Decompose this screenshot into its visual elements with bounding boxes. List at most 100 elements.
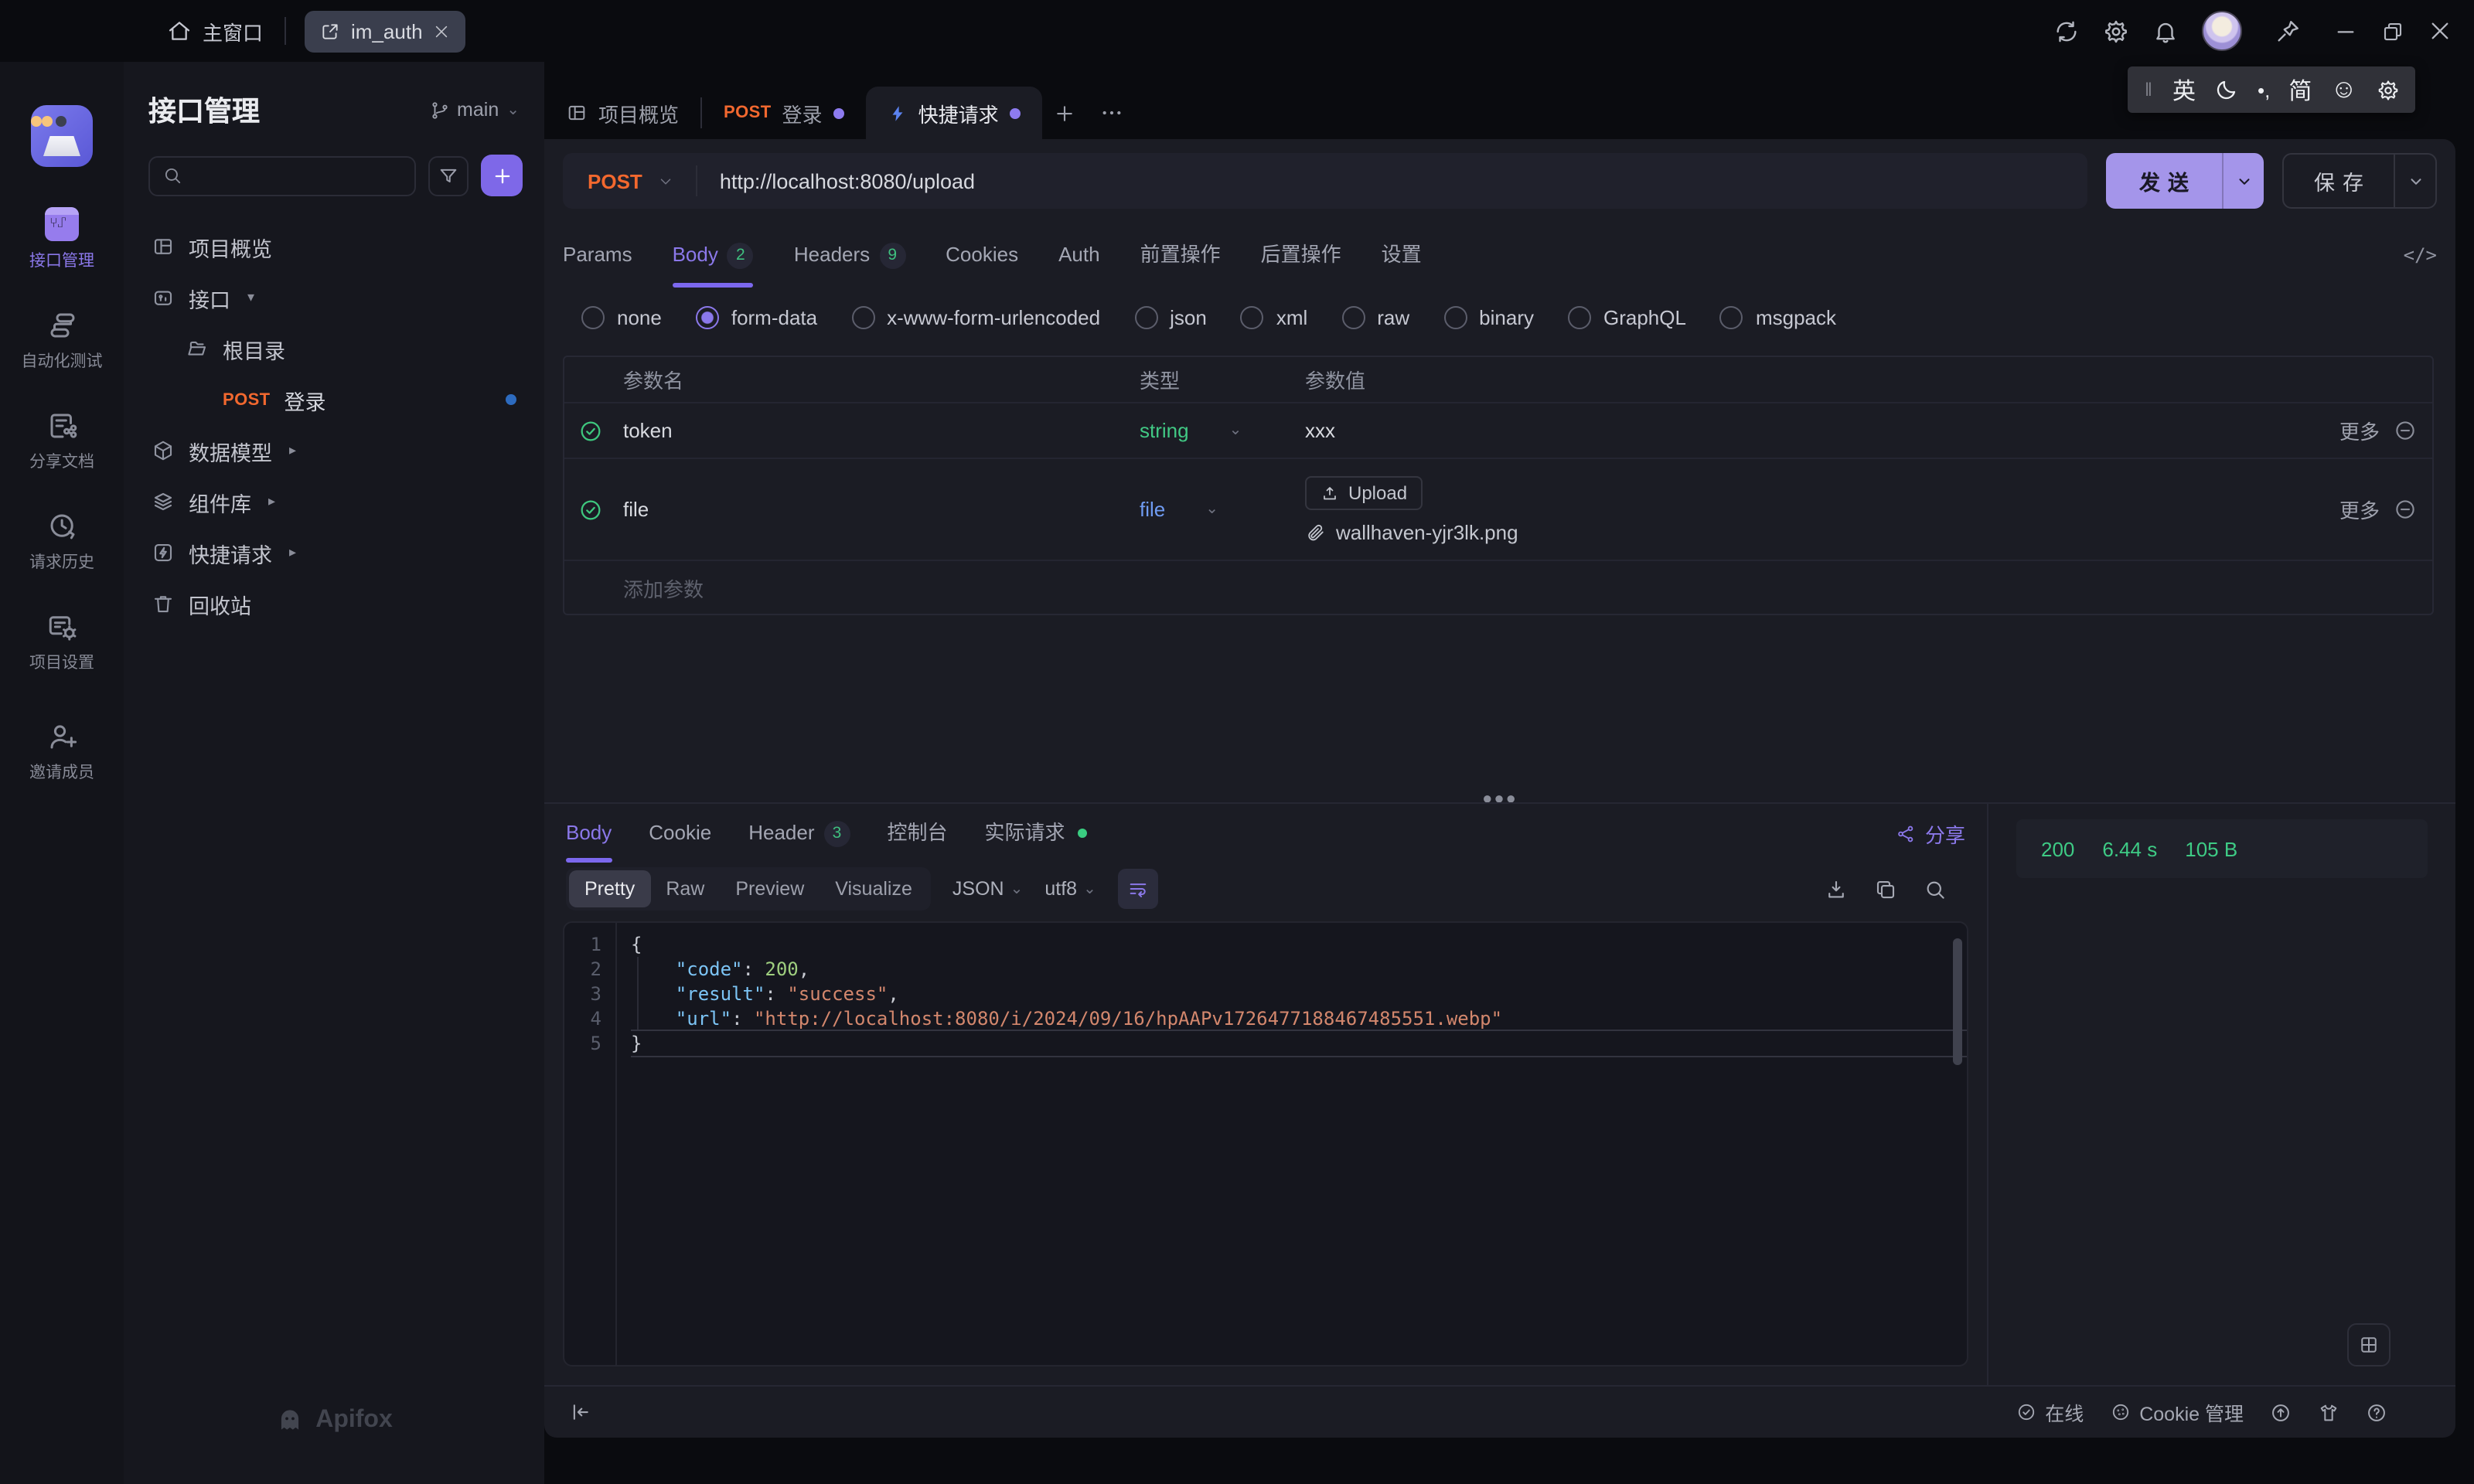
- add-api-button[interactable]: [481, 155, 523, 196]
- rail-item-share-docs[interactable]: 分享文档: [3, 410, 121, 473]
- workspace-tab[interactable]: im_auth: [305, 10, 466, 52]
- url-input[interactable]: http://localhost:8080/upload: [698, 169, 975, 192]
- user-avatar[interactable]: [2202, 11, 2242, 51]
- help-icon[interactable]: [2366, 1401, 2387, 1423]
- tree-item-root-folder[interactable]: 根目录: [124, 323, 544, 374]
- tab-params[interactable]: Params: [563, 223, 632, 288]
- more-button[interactable]: 更多: [2339, 416, 2380, 445]
- new-tab-button[interactable]: [1042, 87, 1089, 139]
- caret-right-icon[interactable]: ▸: [289, 442, 296, 459]
- filter-button[interactable]: [428, 155, 469, 196]
- mode-preview[interactable]: Preview: [720, 870, 820, 907]
- save-options-chevron-icon[interactable]: [2395, 172, 2435, 189]
- sync-icon[interactable]: [2053, 18, 2080, 44]
- body-type-form-data[interactable]: form-data: [695, 305, 817, 328]
- send-button[interactable]: 发送: [2106, 153, 2264, 209]
- body-type-xml[interactable]: xml: [1240, 305, 1307, 328]
- param-type-select[interactable]: string ⌄: [1140, 419, 1305, 442]
- body-type-json[interactable]: json: [1134, 305, 1207, 328]
- online-status[interactable]: 在线: [2016, 1397, 2084, 1427]
- branch-switcher[interactable]: main ⌄: [429, 99, 520, 121]
- mode-pretty[interactable]: Pretty: [569, 870, 651, 907]
- upload-button[interactable]: Upload: [1305, 475, 1423, 509]
- tab-headers[interactable]: Headers 9: [794, 223, 906, 288]
- download-icon[interactable]: [1825, 877, 1848, 900]
- ime-punctuation-toggle[interactable]: •,: [2258, 78, 2270, 101]
- editor-scrollbar[interactable]: [1953, 938, 1962, 1065]
- body-type-x-www-form-urlencoded[interactable]: x-www-form-urlencoded: [851, 305, 1100, 328]
- settings-icon[interactable]: [2103, 18, 2129, 44]
- resp-tab-actual-request[interactable]: 实际请求: [985, 804, 1087, 863]
- add-param-row[interactable]: 添加参数: [564, 561, 2432, 614]
- search-text-field[interactable]: [192, 165, 402, 186]
- rail-item-request-history[interactable]: 请求历史: [3, 510, 121, 574]
- enabled-check-icon[interactable]: [564, 418, 617, 443]
- notifications-icon[interactable]: [2152, 18, 2179, 44]
- restore-icon[interactable]: [2381, 19, 2404, 43]
- param-value-input[interactable]: xxx: [1305, 419, 2278, 442]
- upgrade-icon[interactable]: [2270, 1401, 2292, 1423]
- ime-charset-toggle[interactable]: 简: [2288, 73, 2312, 106]
- rail-item-automated-testing[interactable]: 自动化测试: [3, 309, 121, 373]
- ime-gear-icon[interactable]: [2376, 78, 2399, 101]
- caret-right-icon[interactable]: ▸: [289, 544, 296, 561]
- share-button[interactable]: 分享: [1896, 819, 1965, 848]
- moon-icon[interactable]: [2214, 77, 2239, 102]
- remove-row-icon[interactable]: [2394, 498, 2417, 521]
- method-select[interactable]: POST: [563, 169, 697, 192]
- pin-icon[interactable]: [2275, 18, 2301, 44]
- tab-cookies[interactable]: Cookies: [946, 223, 1018, 288]
- project-avatar[interactable]: [31, 105, 93, 167]
- cookie-manager-button[interactable]: Cookie 管理: [2110, 1397, 2244, 1427]
- copy-icon[interactable]: [1874, 877, 1897, 900]
- caret-right-icon[interactable]: ▸: [268, 493, 275, 510]
- tree-item-quick-requests[interactable]: 快捷请求 ▸: [124, 527, 544, 578]
- search-icon[interactable]: [1924, 877, 1947, 900]
- resp-tab-cookie[interactable]: Cookie: [649, 804, 711, 863]
- body-type-binary[interactable]: binary: [1443, 305, 1534, 328]
- rail-item-api-management[interactable]: 接口管理: [3, 207, 121, 272]
- encoding-select[interactable]: utf8 ⌄: [1044, 878, 1096, 900]
- resp-tab-console[interactable]: 控制台: [888, 804, 948, 863]
- theme-shirt-icon[interactable]: [2318, 1401, 2339, 1423]
- body-type-raw[interactable]: raw: [1341, 305, 1409, 328]
- param-type-select[interactable]: file ⌄: [1140, 498, 1305, 521]
- resp-tab-body[interactable]: Body: [566, 804, 612, 863]
- rail-item-project-settings[interactable]: 项目设置: [3, 611, 121, 674]
- minimize-icon[interactable]: [2333, 19, 2358, 43]
- tab-pre-operations[interactable]: 前置操作: [1140, 223, 1221, 288]
- rail-item-invite-members[interactable]: 邀请成员: [3, 720, 121, 784]
- close-workspace-icon[interactable]: [434, 22, 451, 39]
- collapse-sidebar-icon[interactable]: [569, 1401, 592, 1424]
- remove-row-icon[interactable]: [2394, 419, 2417, 442]
- save-button[interactable]: 保存: [2282, 153, 2437, 209]
- tab-body[interactable]: Body 2: [672, 223, 754, 288]
- tab-auth[interactable]: Auth: [1058, 223, 1100, 288]
- body-type-none[interactable]: none: [581, 305, 662, 328]
- attached-file[interactable]: wallhaven-yjr3lk.png: [1305, 520, 2278, 543]
- tree-item-components[interactable]: 组件库 ▸: [124, 476, 544, 527]
- tab-settings[interactable]: 设置: [1382, 223, 1422, 288]
- body-type-graphql[interactable]: GraphQL: [1568, 305, 1686, 328]
- ime-drag-handle[interactable]: ‖: [2145, 79, 2154, 100]
- home-button[interactable]: 主窗口: [167, 16, 263, 46]
- send-options-chevron-icon[interactable]: [2224, 172, 2264, 189]
- caret-down-icon[interactable]: ▾: [247, 289, 254, 306]
- tab-post-operations[interactable]: 后置操作: [1261, 223, 1341, 288]
- tab-login-api[interactable]: POST 登录: [702, 87, 866, 139]
- tree-item-trash[interactable]: 回收站: [124, 578, 544, 629]
- close-window-icon[interactable]: [2428, 19, 2452, 43]
- tree-item-project-overview[interactable]: 项目概览: [124, 221, 544, 272]
- more-button[interactable]: 更多: [2339, 495, 2380, 524]
- generate-code-icon[interactable]: </>: [2404, 244, 2437, 266]
- resp-tab-header[interactable]: Header 3: [748, 804, 850, 863]
- ime-language-toggle[interactable]: 英: [2172, 73, 2196, 106]
- word-wrap-icon[interactable]: [1117, 869, 1158, 909]
- search-input[interactable]: [148, 155, 416, 196]
- tree-item-data-models[interactable]: 数据模型 ▸: [124, 425, 544, 476]
- emoji-icon[interactable]: ☺: [2330, 74, 2357, 105]
- enabled-check-icon[interactable]: [564, 497, 617, 522]
- tab-quick-request[interactable]: 快捷请求: [865, 87, 1042, 139]
- tab-project-overview[interactable]: 项目概览: [544, 87, 700, 139]
- layout-grid-icon[interactable]: [2347, 1323, 2391, 1367]
